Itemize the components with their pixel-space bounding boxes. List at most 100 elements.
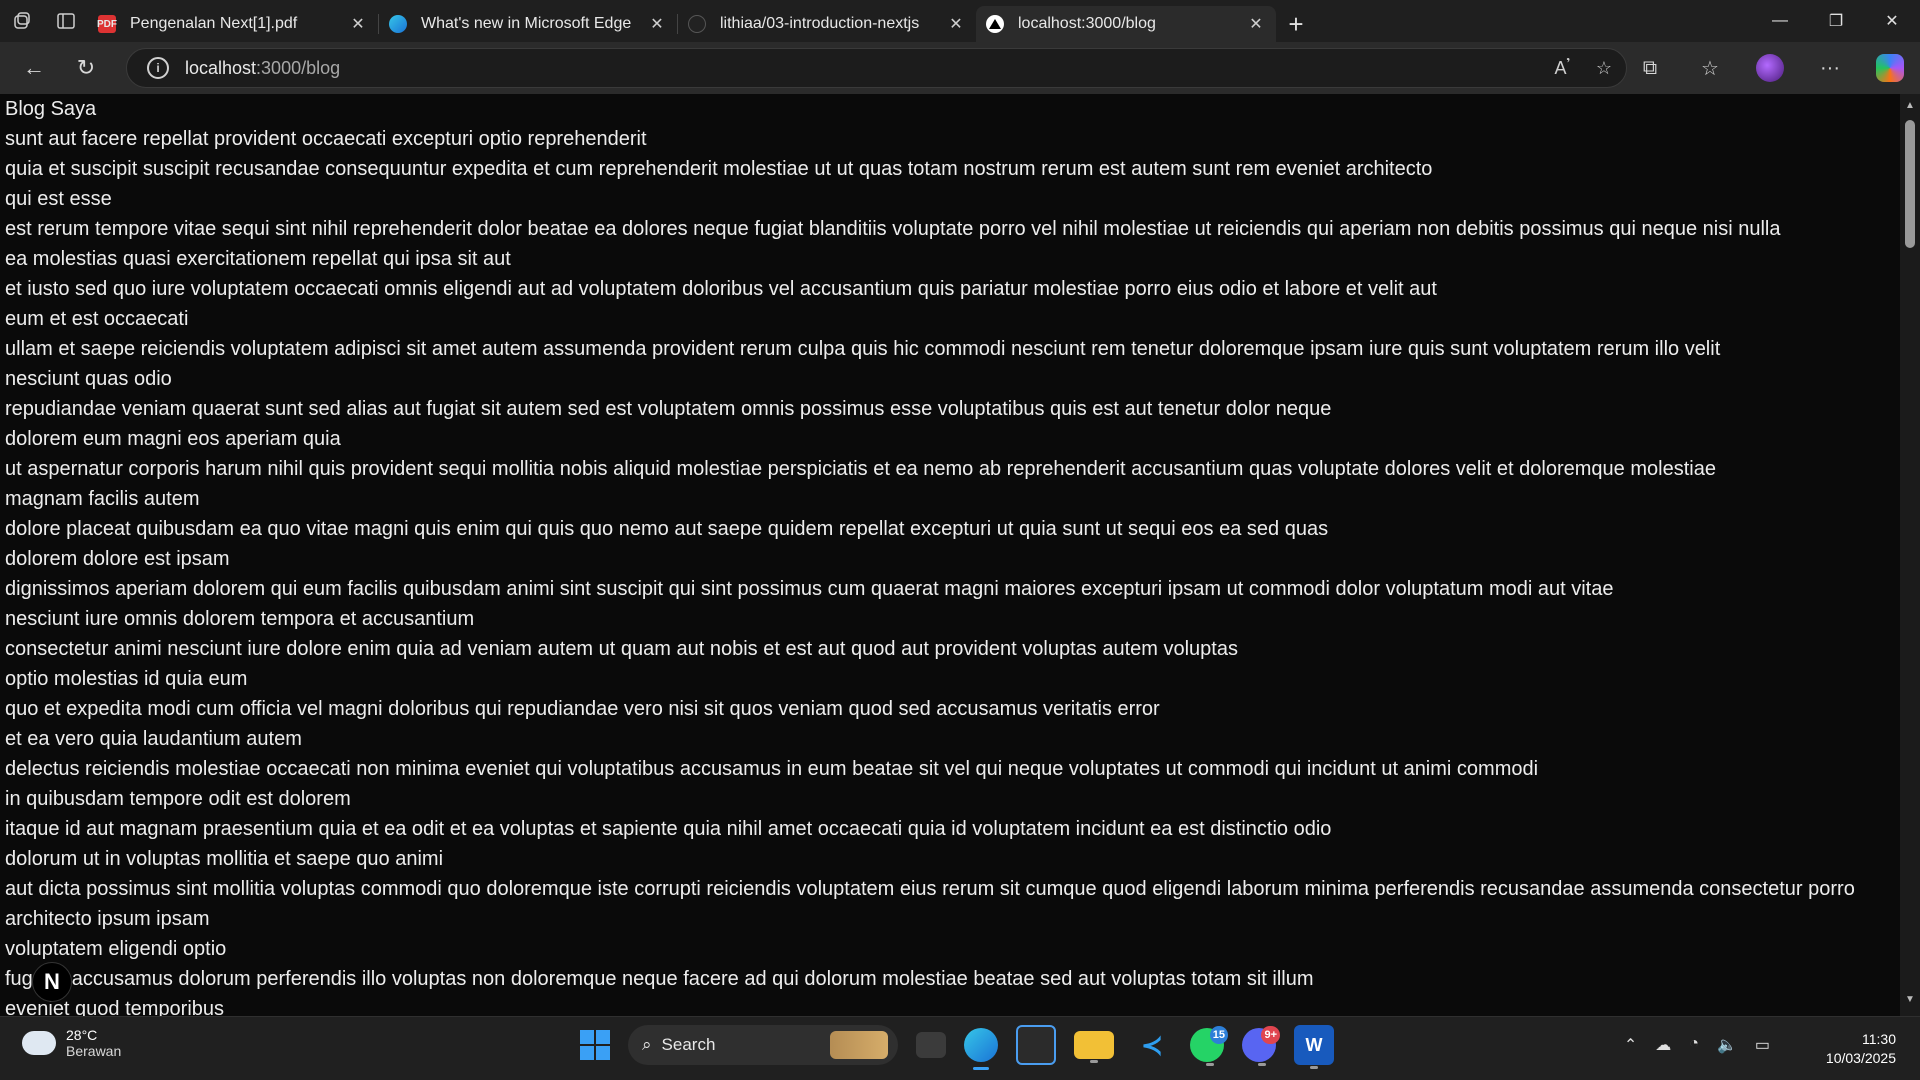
read-aloud-icon[interactable]: A𝄒 bbox=[1555, 58, 1570, 79]
post-body: consectetur animi nesciunt iure dolore e… bbox=[5, 638, 1238, 660]
taskbar-search[interactable]: ⌕ Search bbox=[628, 1025, 898, 1065]
post-body: dignissimos aperiam dolorem qui eum faci… bbox=[5, 578, 1614, 600]
more-menu-icon[interactable]: ··· bbox=[1800, 46, 1860, 90]
post-body: fuga et accusamus dolorum perferendis il… bbox=[5, 968, 1314, 990]
close-icon[interactable]: ✕ bbox=[946, 14, 966, 34]
new-tab-button[interactable]: + bbox=[1276, 6, 1316, 42]
active-indicator bbox=[973, 1067, 989, 1070]
back-icon[interactable]: ← bbox=[8, 46, 60, 90]
post-title: sunt aut facere repellat provident occae… bbox=[5, 128, 647, 150]
window-close-icon[interactable]: ✕ bbox=[1864, 0, 1920, 42]
post-title: et ea vero quia laudantium autem bbox=[5, 728, 302, 750]
clock-time: 11:30 bbox=[1862, 1031, 1896, 1047]
weather-temp: 28°C bbox=[66, 1027, 98, 1043]
address-actions: A𝄒 ☆ bbox=[1555, 58, 1612, 79]
post-body: est rerum tempore vitae sequi sint nihil… bbox=[5, 218, 1781, 240]
tab-title: localhost:3000/blog bbox=[1018, 15, 1156, 32]
volume-icon[interactable]: 🔈 bbox=[1717, 1035, 1737, 1055]
tab-title: lithiaa/03-introduction-nextjs bbox=[720, 15, 920, 32]
word-icon[interactable]: W bbox=[1294, 1025, 1334, 1069]
edge-taskbar-icon[interactable] bbox=[964, 1028, 998, 1070]
scrollbar[interactable]: ▲ ▼ bbox=[1900, 94, 1920, 1016]
workspaces-icon[interactable] bbox=[0, 0, 44, 42]
task-view-icon[interactable] bbox=[916, 1032, 946, 1058]
close-icon[interactable]: ✕ bbox=[1246, 14, 1266, 34]
post-title: voluptatem eligendi optio bbox=[5, 938, 227, 960]
wifi-icon[interactable]: ◔ bbox=[1689, 1035, 1699, 1055]
close-icon[interactable]: ✕ bbox=[348, 14, 368, 34]
post-title: ea molestias quasi exercitationem repell… bbox=[5, 248, 511, 270]
post-title: in quibusdam tempore odit est dolorem bbox=[5, 788, 351, 810]
post-title: nesciunt quas odio bbox=[5, 368, 172, 390]
post-title: magnam facilis autem bbox=[5, 488, 200, 510]
post-title: nesciunt iure omnis dolorem tempora et a… bbox=[5, 608, 475, 630]
running-indicator bbox=[1310, 1066, 1318, 1069]
clock[interactable]: 11:30 10/03/2025 bbox=[1826, 1030, 1896, 1068]
toolbar-right: ⧉ ☆ ··· bbox=[1620, 42, 1920, 94]
post-title: qui est esse bbox=[5, 188, 112, 210]
post-title: optio molestias id quia eum bbox=[5, 668, 248, 690]
system-tray: ⌃ ☁ ◔ 🔈 ▭ bbox=[1624, 1035, 1770, 1055]
scroll-up-icon[interactable]: ▲ bbox=[1900, 100, 1920, 116]
running-indicator bbox=[1258, 1063, 1266, 1066]
url-text[interactable]: localhost:3000/blog bbox=[185, 58, 340, 79]
search-label: Search bbox=[661, 1035, 716, 1054]
url-path: :3000/blog bbox=[256, 57, 341, 78]
running-indicator bbox=[1206, 1063, 1214, 1066]
profile-button[interactable] bbox=[1740, 46, 1800, 90]
github-icon bbox=[688, 15, 706, 33]
refresh-icon[interactable]: ↻ bbox=[60, 46, 112, 90]
post-body: repudiandae veniam quaerat sunt sed alia… bbox=[5, 398, 1332, 420]
weather-condition: Berawan bbox=[66, 1043, 122, 1059]
taskbar: 28°C Berawan ⌕ Search ≺ 15 9+ W ⌃ ☁ ◔ 🔈 … bbox=[0, 1016, 1920, 1080]
post-body: dolore placeat quibusdam ea quo vitae ma… bbox=[5, 518, 1329, 540]
discord-badge: 9+ bbox=[1261, 1026, 1280, 1044]
weather-widget[interactable]: 28°C Berawan bbox=[22, 1023, 122, 1059]
favorites-icon[interactable]: ☆ bbox=[1680, 46, 1740, 90]
post-title: dolorem dolore est ipsam bbox=[5, 548, 230, 570]
page-viewport: Blog Saya sunt aut facere repellat provi… bbox=[0, 94, 1920, 1016]
page-title: Blog Saya bbox=[5, 98, 97, 120]
post-body: aut dicta possimus sint mollitia volupta… bbox=[5, 878, 1855, 930]
tab-localhost-blog[interactable]: localhost:3000/blog ✕ bbox=[976, 6, 1276, 42]
discord-icon[interactable]: 9+ bbox=[1242, 1026, 1280, 1066]
minimize-icon[interactable]: — bbox=[1752, 0, 1808, 42]
tab-pdf[interactable]: PDF Pengenalan Next[1].pdf ✕ bbox=[88, 6, 378, 42]
tab-edge-whats-new[interactable]: What's new in Microsoft Edge ✕ bbox=[379, 6, 677, 42]
start-button[interactable] bbox=[580, 1030, 610, 1060]
scrollbar-thumb[interactable] bbox=[1905, 120, 1915, 248]
post-title: dolorum ut in voluptas mollitia et saepe… bbox=[5, 848, 444, 870]
onedrive-icon[interactable]: ☁ bbox=[1655, 1035, 1671, 1055]
blog-content: Blog Saya sunt aut facere repellat provi… bbox=[5, 94, 1895, 1016]
copilot-icon[interactable] bbox=[1860, 46, 1920, 90]
taskbar-apps: ⌕ Search ≺ 15 9+ W bbox=[580, 1025, 1334, 1070]
site-info-icon[interactable]: i bbox=[147, 57, 169, 79]
whatsapp-icon[interactable]: 15 bbox=[1190, 1026, 1228, 1066]
post-title: eum et est occaecati bbox=[5, 308, 189, 330]
tab-strip: PDF Pengenalan Next[1].pdf ✕ What's new … bbox=[0, 0, 1920, 42]
post-title: eveniet quod temporibus bbox=[5, 998, 225, 1016]
post-body: ut aspernatur corporis harum nihil quis … bbox=[5, 458, 1716, 480]
copilot-logo bbox=[1876, 54, 1904, 82]
post-body: delectus reiciendis molestiae occaecati … bbox=[5, 758, 1539, 780]
close-icon[interactable]: ✕ bbox=[647, 14, 667, 34]
scroll-down-icon[interactable]: ▼ bbox=[1900, 994, 1920, 1010]
nextjs-dev-indicator[interactable]: N bbox=[32, 962, 72, 1002]
restore-icon[interactable]: ❐ bbox=[1808, 0, 1864, 42]
battery-icon[interactable]: ▭ bbox=[1755, 1035, 1770, 1055]
weather-cloud-icon bbox=[22, 1023, 56, 1055]
address-bar[interactable]: i localhost:3000/blog A𝄒 ☆ bbox=[126, 48, 1627, 88]
navigation-bar: ← ↻ i localhost:3000/blog A𝄒 ☆ ⧉ ☆ ··· bbox=[0, 42, 1920, 94]
post-body: ullam et saepe reiciendis voluptatem adi… bbox=[5, 338, 1721, 360]
chevron-up-icon[interactable]: ⌃ bbox=[1624, 1035, 1637, 1055]
vertical-tabs-icon[interactable] bbox=[44, 0, 88, 42]
tab-github[interactable]: lithiaa/03-introduction-nextjs ✕ bbox=[678, 6, 976, 42]
vscode-icon[interactable]: ≺ bbox=[1132, 1025, 1172, 1065]
store-icon[interactable] bbox=[1016, 1025, 1056, 1065]
file-explorer-icon[interactable] bbox=[1074, 1031, 1114, 1063]
favorite-star-icon[interactable]: ☆ bbox=[1596, 58, 1612, 79]
extensions-icon[interactable]: ⧉ bbox=[1620, 46, 1680, 90]
avatar bbox=[1756, 54, 1784, 82]
search-highlight-image bbox=[830, 1031, 888, 1059]
whatsapp-badge: 15 bbox=[1209, 1026, 1228, 1044]
